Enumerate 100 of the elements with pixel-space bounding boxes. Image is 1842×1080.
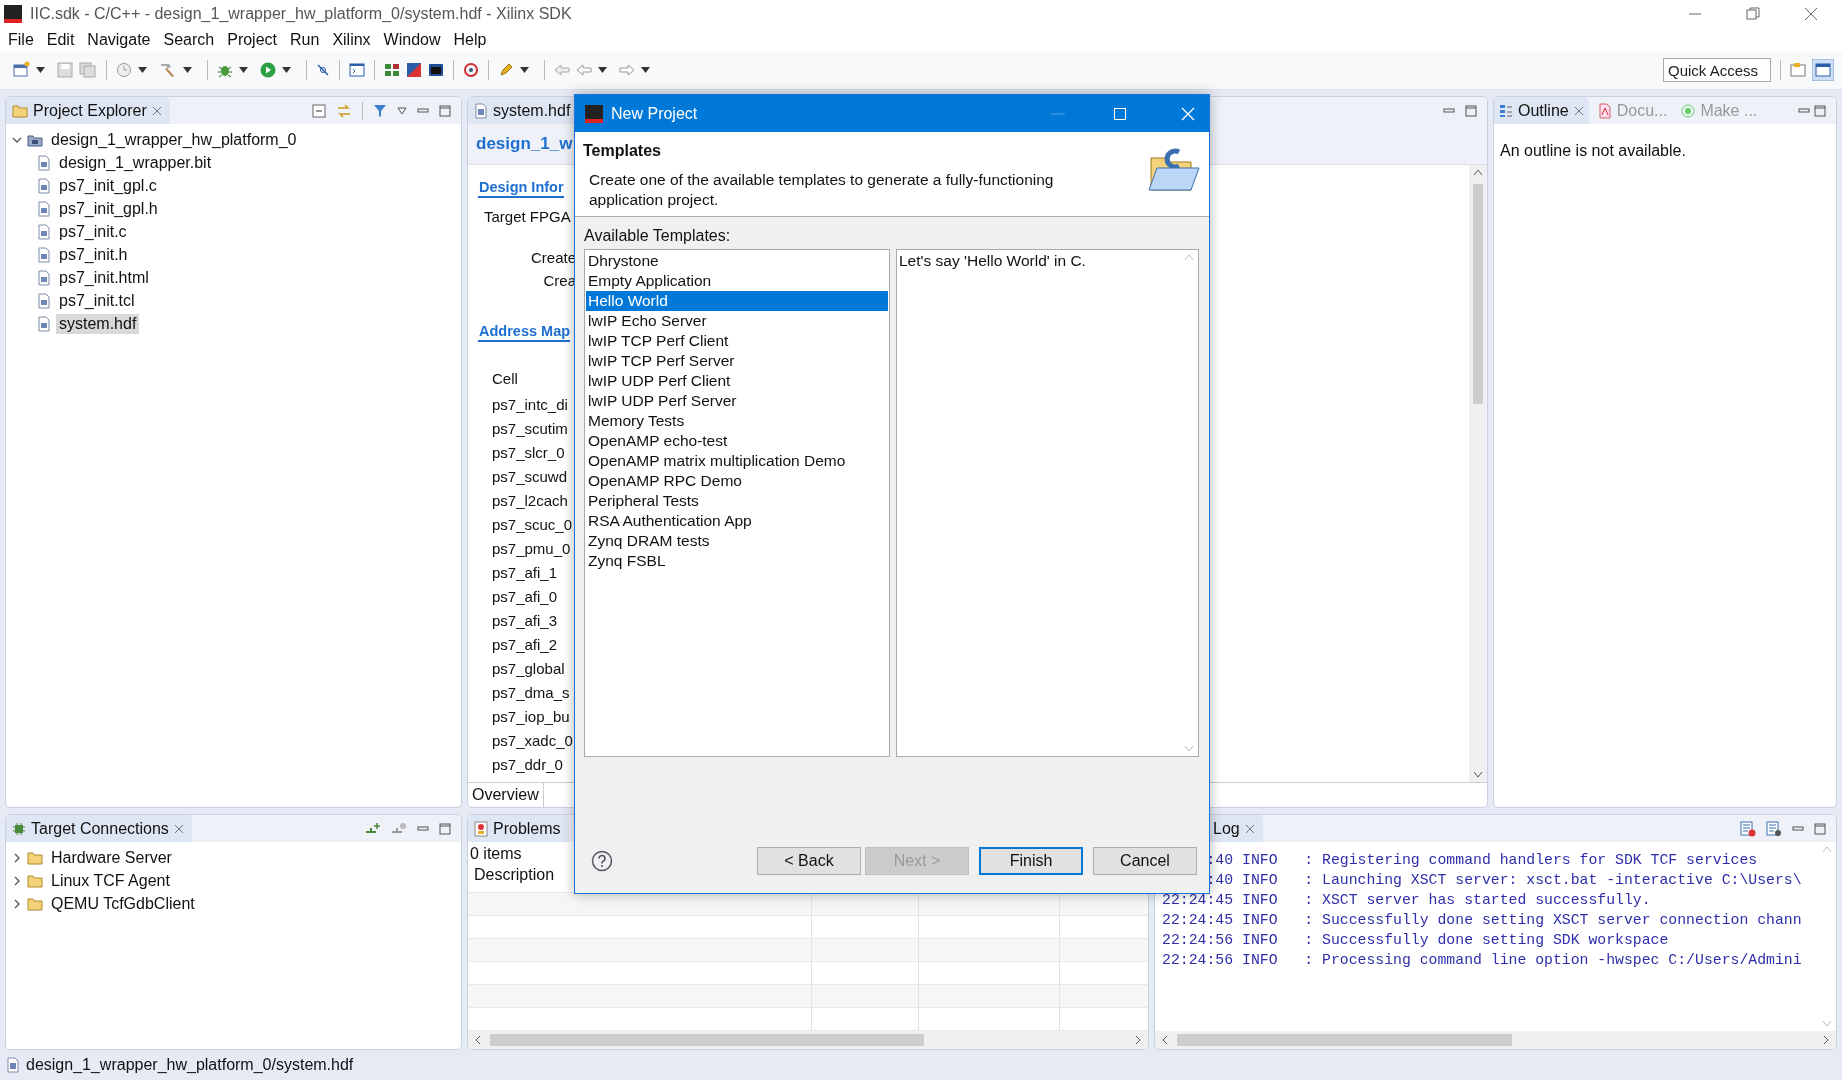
list-item[interactable]: lwIP UDP Perf Client — [586, 371, 888, 391]
maximize-icon[interactable] — [1814, 822, 1826, 835]
list-item[interactable]: lwIP TCP Perf Server — [586, 351, 888, 371]
hammer-icon[interactable] — [159, 62, 177, 79]
scroll-left-icon[interactable] — [1161, 1035, 1169, 1046]
tree-item[interactable]: QEMU TcfGdbClient — [48, 893, 198, 914]
caret-icon[interactable] — [239, 67, 248, 74]
maximize-icon[interactable] — [1814, 104, 1826, 117]
caret-icon[interactable] — [598, 67, 607, 74]
tree-item[interactable]: design_1_wrapper.bit — [56, 152, 215, 173]
panel-tab[interactable]: Outline — [1494, 97, 1589, 125]
link-arrows-icon[interactable] — [336, 103, 352, 118]
pin-icon[interactable] — [316, 63, 330, 78]
caret-icon[interactable] — [138, 67, 147, 74]
menu-item[interactable]: Navigate — [87, 30, 151, 49]
list-item[interactable]: OpenAMP RPC Demo — [586, 471, 888, 491]
list-item[interactable]: OpenAMP matrix multiplication Demo — [586, 451, 888, 471]
list-item[interactable]: lwIP Echo Server — [586, 311, 888, 331]
quick-access-field[interactable]: Quick Access — [1663, 58, 1771, 83]
minimize-icon[interactable] — [1443, 105, 1455, 116]
tree-item[interactable]: ps7_init.html — [56, 267, 152, 288]
menu-item[interactable]: Xilinx — [332, 30, 371, 49]
close-icon[interactable] — [173, 823, 184, 834]
list-item[interactable]: Peripheral Tests — [586, 491, 888, 511]
remove-connection-icon[interactable] — [391, 821, 407, 836]
list-item[interactable]: Memory Tests — [586, 411, 888, 431]
scroll-left-icon[interactable] — [474, 1035, 482, 1046]
add-connection-icon[interactable] — [365, 821, 381, 836]
editor-page-tab[interactable]: Overview — [468, 783, 544, 808]
maximize-icon[interactable] — [1465, 104, 1477, 117]
list-item[interactable]: Zynq DRAM tests — [586, 531, 888, 551]
tree-item[interactable]: design_1_wrapper_hw_platform_0 — [48, 129, 300, 150]
menu-item[interactable]: Edit — [46, 30, 75, 49]
perspective-active-icon[interactable] — [1812, 59, 1834, 82]
grid-icon[interactable] — [384, 62, 400, 79]
maximize-icon[interactable] — [439, 822, 451, 835]
list-item[interactable]: Hello World — [586, 291, 888, 311]
collapse-all-icon[interactable] — [312, 103, 326, 118]
minimize-icon[interactable] — [417, 105, 429, 116]
dialog-button[interactable]: < Back — [757, 847, 861, 875]
scrollbar-thumb[interactable] — [1473, 184, 1483, 405]
minimize-icon[interactable] — [1798, 105, 1810, 116]
filter-icon[interactable] — [373, 103, 387, 118]
perspective-icon[interactable] — [1790, 62, 1806, 79]
tree-item[interactable]: ps7_init.h — [56, 244, 131, 265]
close-icon[interactable] — [151, 105, 162, 116]
menu-item[interactable]: Window — [383, 30, 441, 49]
panel-tab[interactable]: Log — [1207, 815, 1263, 843]
minimize-icon[interactable] — [1792, 823, 1804, 834]
list-item[interactable]: Empty Application — [586, 271, 888, 291]
scroll-up-icon[interactable] — [1473, 168, 1483, 177]
menu-item[interactable]: Project — [227, 30, 277, 49]
chevron-right-icon[interactable] — [12, 875, 22, 886]
scroll-down-icon[interactable] — [1473, 771, 1483, 780]
close-icon[interactable] — [1244, 823, 1255, 834]
pen-icon[interactable] — [498, 62, 514, 79]
close-icon[interactable] — [1804, 6, 1818, 21]
panel-tab[interactable]: Problems — [468, 815, 569, 843]
caret-icon[interactable] — [282, 67, 291, 74]
close-icon[interactable] — [1573, 105, 1584, 116]
view-menu-icon[interactable] — [397, 106, 407, 115]
tree-item[interactable]: ps7_init_gpl.c — [56, 175, 160, 196]
panel-tab[interactable]: Project Explorer — [6, 97, 170, 125]
maximize-icon[interactable] — [439, 104, 451, 117]
restore-icon[interactable] — [1746, 6, 1760, 21]
dialog-button[interactable]: Finish — [979, 847, 1083, 875]
tree-item[interactable]: Linux TCF Agent — [48, 870, 173, 891]
list-item[interactable]: OpenAMP echo-test — [586, 431, 888, 451]
run-icon[interactable] — [260, 62, 276, 79]
panel-tab[interactable]: Target Connections — [6, 815, 192, 843]
tree-item[interactable]: ps7_init.tcl — [56, 290, 138, 311]
list-item[interactable]: lwIP UDP Perf Server — [586, 391, 888, 411]
tree-item[interactable]: Hardware Server — [48, 847, 175, 868]
right-arrow-icon[interactable] — [619, 63, 635, 78]
scrollbar-thumb[interactable] — [490, 1034, 925, 1047]
clear-log-icon[interactable] — [1740, 820, 1756, 837]
left-arrow-icon[interactable] — [576, 63, 592, 78]
scroll-right-icon[interactable] — [1822, 1035, 1830, 1046]
chevron-right-icon[interactable] — [12, 898, 22, 909]
list-item[interactable]: lwIP TCP Perf Client — [586, 331, 888, 351]
help-icon[interactable] — [591, 850, 613, 872]
list-item[interactable]: Dhrystone — [586, 251, 888, 271]
chevron-right-icon[interactable] — [12, 852, 22, 863]
caret-icon[interactable] — [641, 67, 650, 74]
scrollbar-thumb[interactable] — [1177, 1034, 1512, 1047]
diagonal-square-icon[interactable] — [406, 62, 422, 79]
caret-icon[interactable] — [520, 67, 529, 74]
menu-item[interactable]: File — [8, 30, 34, 49]
console-icon[interactable] — [428, 62, 444, 79]
save-all-icon[interactable] — [79, 62, 97, 79]
tree-item[interactable]: ps7_init_gpl.h — [56, 198, 161, 219]
log-settings-icon[interactable] — [1766, 820, 1782, 837]
list-item[interactable]: Zynq FSBL — [586, 551, 888, 571]
menu-item[interactable]: Help — [453, 30, 487, 49]
scroll-right-icon[interactable] — [1134, 1035, 1142, 1046]
caret-icon[interactable] — [36, 67, 45, 74]
menu-item[interactable]: Search — [163, 30, 215, 49]
new-window-icon[interactable] — [12, 61, 30, 80]
minimize-icon[interactable] — [417, 823, 429, 834]
tree-item[interactable]: ps7_init.c — [56, 221, 130, 242]
